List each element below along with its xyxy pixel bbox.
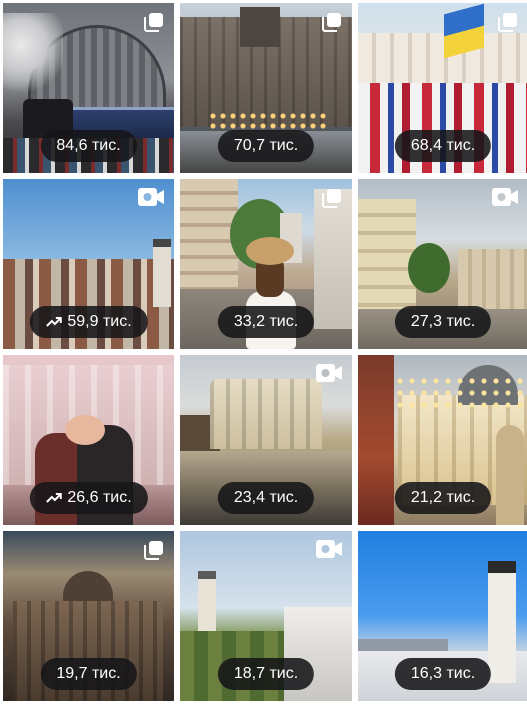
view-count: 19,7 тис.: [56, 665, 121, 682]
grid-tile-10[interactable]: 19,7 тис.: [3, 531, 174, 701]
trending-up-icon: [45, 316, 62, 328]
grid-tile-3[interactable]: 68,4 тис.: [358, 3, 527, 173]
carousel-icon: [322, 188, 342, 208]
view-count-pill: 68,4 тис.: [394, 130, 492, 162]
view-count: 70,7 тис.: [233, 137, 299, 154]
grid-tile-6[interactable]: 27,3 тис.: [358, 179, 527, 349]
view-count-pill: 84,6 тис.: [40, 130, 137, 162]
view-count-pill: 33,2 тис.: [217, 306, 315, 338]
view-count-pill: 26,6 тис.: [29, 482, 148, 514]
video-icon: [492, 188, 518, 206]
grid-tile-8[interactable]: 23,4 тис.: [180, 355, 352, 525]
view-count-pill: 21,2 тис.: [394, 482, 492, 514]
view-count: 16,3 тис.: [410, 665, 476, 682]
view-count-pill: 59,9 тис.: [29, 306, 148, 338]
view-count: 26,6 тис.: [67, 489, 132, 506]
view-count: 33,2 тис.: [233, 313, 299, 330]
view-count: 23,4 тис.: [233, 489, 299, 506]
video-icon: [138, 188, 164, 206]
grid-tile-1[interactable]: 84,6 тис.: [3, 3, 174, 173]
grid-tile-7[interactable]: 26,6 тис.: [3, 355, 174, 525]
view-count: 68,4 тис.: [410, 137, 476, 154]
view-count-pill: 19,7 тис.: [40, 658, 137, 690]
video-icon: [316, 364, 342, 382]
view-count-pill: 16,3 тис.: [394, 658, 492, 690]
carousel-icon: [498, 12, 518, 32]
carousel-icon: [144, 540, 164, 560]
view-count: 18,7 тис.: [233, 665, 299, 682]
view-count-pill: 23,4 тис.: [217, 482, 315, 514]
view-count: 27,3 тис.: [410, 313, 476, 330]
grid-tile-2[interactable]: 70,7 тис.: [180, 3, 352, 173]
video-icon: [316, 540, 342, 558]
view-count-pill: 70,7 тис.: [217, 130, 315, 162]
carousel-icon: [322, 12, 342, 32]
view-count-pill: 18,7 тис.: [217, 658, 315, 690]
grid-tile-9[interactable]: 21,2 тис.: [358, 355, 527, 525]
grid-tile-12[interactable]: 16,3 тис.: [358, 531, 527, 701]
carousel-icon: [144, 12, 164, 32]
view-count: 21,2 тис.: [410, 489, 476, 506]
media-grid: 84,6 тис. 70,7 тис. 68,4 тис. 59,9 тис. …: [0, 0, 527, 706]
grid-tile-4[interactable]: 59,9 тис.: [3, 179, 174, 349]
view-count: 59,9 тис.: [67, 313, 132, 330]
view-count-pill: 27,3 тис.: [394, 306, 492, 338]
grid-tile-11[interactable]: 18,7 тис.: [180, 531, 352, 701]
grid-tile-5[interactable]: 33,2 тис.: [180, 179, 352, 349]
trending-up-icon: [45, 492, 62, 504]
view-count: 84,6 тис.: [56, 137, 121, 154]
